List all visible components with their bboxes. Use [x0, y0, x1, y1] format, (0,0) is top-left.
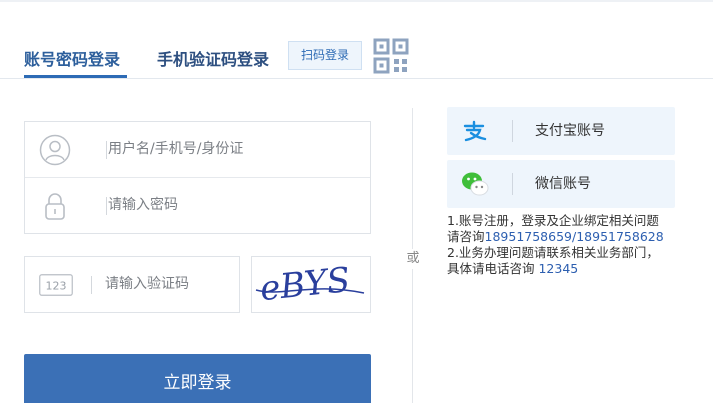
- help-notes: 1.账号注册，登录及企业绑定相关问题 请咨询18951758659/189517…: [447, 213, 707, 277]
- captcha-icon: 123: [39, 274, 73, 296]
- alipay-login-button[interactable]: 支付宝账号: [447, 107, 675, 155]
- wechat-icon: [462, 172, 489, 196]
- captcha-field[interactable]: 123 请输入验证码: [24, 256, 240, 313]
- qr-code-icon[interactable]: [373, 38, 409, 74]
- note-line-1: 1.账号注册，登录及企业绑定相关问题: [447, 213, 659, 228]
- support-phone-numbers: 18951758659/18951758628: [484, 229, 664, 244]
- lock-icon: [45, 193, 65, 220]
- tab-scan-login[interactable]: 扫码登录: [288, 41, 362, 70]
- note-line-2-prefix: 请咨询: [447, 229, 485, 244]
- captcha-input[interactable]: 请输入验证码: [105, 257, 189, 312]
- user-icon: [39, 134, 71, 166]
- password-field[interactable]: 请输入密码: [25, 178, 370, 233]
- tabs-underline: [0, 78, 713, 79]
- tab-account-login[interactable]: 账号密码登录: [24, 46, 120, 70]
- captcha-image-text: eBYS: [258, 260, 352, 309]
- captcha-image-glyphs: eBYS: [255, 260, 365, 309]
- credentials-group: 用户名/手机号/身份证 请输入密码: [24, 121, 371, 234]
- login-tabs: 账号密码登录 手机验证码登录 扫码登录: [0, 0, 713, 80]
- or-label: 或: [404, 249, 422, 269]
- note-line-3: 2.业务办理问题请联系相关业务部门，: [447, 245, 659, 260]
- alipay-icon: [463, 120, 487, 142]
- hotline-number: 12345: [538, 261, 579, 276]
- note-line-4: 具体请电话咨询 12345: [447, 261, 707, 277]
- alipay-label: 支付宝账号: [535, 123, 605, 139]
- wechat-login-button[interactable]: 微信账号: [447, 160, 675, 208]
- captcha-image[interactable]: eBYS: [251, 256, 371, 313]
- wechat-label: 微信账号: [535, 176, 591, 192]
- password-input[interactable]: 请输入密码: [107, 178, 357, 233]
- username-input[interactable]: 用户名/手机号/身份证: [107, 122, 357, 177]
- username-field[interactable]: 用户名/手机号/身份证: [25, 122, 370, 178]
- field-separator: [91, 276, 92, 294]
- tab-sms-login[interactable]: 手机验证码登录: [157, 46, 269, 70]
- note-line-4-prefix: 具体请电话咨询: [447, 261, 539, 276]
- note-line-2: 请咨询18951758659/18951758628: [447, 229, 707, 245]
- tp-separator: [512, 173, 513, 195]
- login-button[interactable]: 立即登录: [24, 354, 371, 403]
- tp-separator: [512, 120, 513, 142]
- captcha-icon-text: 123: [46, 280, 67, 293]
